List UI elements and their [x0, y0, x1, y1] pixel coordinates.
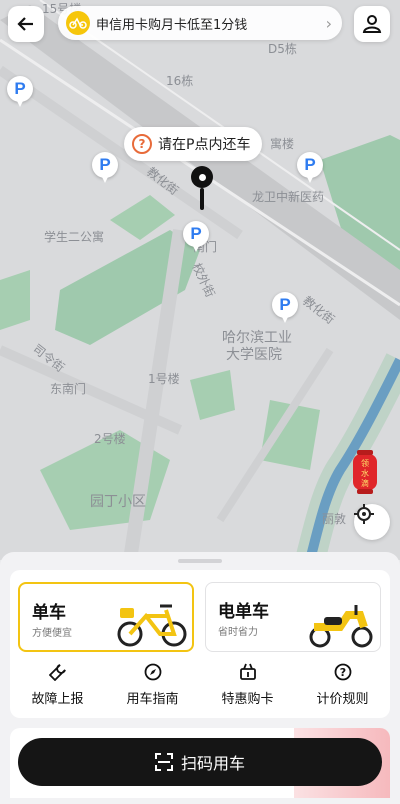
- bike-icon: [66, 11, 90, 35]
- crosshair-icon: [354, 504, 374, 524]
- location-pin-icon: [191, 166, 213, 188]
- location-pin-stem: [200, 188, 204, 210]
- compass-icon: [143, 662, 163, 682]
- action-label: 计价规则: [316, 692, 369, 707]
- promo-banner[interactable]: 申信用卡购月卡低至1分钱 ›: [58, 6, 342, 40]
- lantern-icon: 领 水 滴: [353, 450, 377, 494]
- map-label: 哈尔滨工业: [222, 330, 292, 346]
- svg-text:水: 水: [361, 468, 369, 478]
- map-label: 16栋: [166, 74, 194, 88]
- person-icon: [362, 15, 382, 33]
- scan-button-label: 扫码用车: [180, 754, 245, 773]
- card-title: 单车: [32, 603, 66, 623]
- map-label: 园丁小区: [90, 494, 146, 510]
- locate-button[interactable]: [354, 504, 390, 540]
- bike-illustration: [117, 604, 187, 647]
- water-drop-badge[interactable]: 领 水 滴: [351, 450, 379, 494]
- parking-marker[interactable]: P: [297, 152, 323, 183]
- drag-handle[interactable]: [178, 559, 222, 563]
- pricing-action[interactable]: ? 计价规则: [295, 662, 390, 712]
- svg-text:滴: 滴: [361, 478, 369, 488]
- tip-text: 请在P点内还车: [158, 137, 251, 153]
- map-label: 东南门: [50, 382, 87, 396]
- map-label: D5栋: [268, 42, 297, 56]
- fault-report-action[interactable]: 故障上报: [10, 662, 105, 712]
- map-label: 龙卫中新医药: [252, 190, 325, 204]
- svg-text:?: ?: [339, 666, 345, 679]
- back-button[interactable]: [8, 6, 44, 42]
- vehicle-panel: 单车 方便便宜 电单车 省时省力 故障上报 用车指南 特惠购卡 ? 计价规则: [10, 570, 390, 718]
- scan-to-ride-button[interactable]: 扫码用车: [18, 738, 382, 786]
- action-label: 故障上报: [31, 692, 84, 707]
- card-subtitle: 省时省力: [218, 627, 258, 638]
- chevron-right-icon: ›: [325, 13, 332, 33]
- quick-actions: 故障上报 用车指南 特惠购卡 ? 计价规则: [10, 662, 390, 712]
- question-icon: ?: [132, 134, 152, 154]
- parking-marker[interactable]: P: [7, 76, 33, 107]
- buy-card-action[interactable]: 特惠购卡: [200, 662, 295, 712]
- question-circle-icon: ?: [333, 662, 353, 682]
- card-title: 电单车: [218, 602, 269, 622]
- return-tip: ? 请在P点内还车: [124, 127, 263, 161]
- scan-icon: [154, 753, 173, 771]
- map-label: 大学医院: [226, 347, 282, 363]
- arrow-left-icon: [17, 17, 33, 31]
- action-label: 用车指南: [126, 692, 179, 707]
- action-label: 特惠购卡: [221, 692, 274, 707]
- map-label: 寓楼: [270, 137, 295, 151]
- map-label: 1号楼: [148, 372, 180, 386]
- map-label: 2号楼: [94, 432, 126, 446]
- guide-action[interactable]: 用车指南: [105, 662, 200, 712]
- map-label: 学生二公寓: [44, 230, 105, 244]
- green-area: [0, 270, 30, 330]
- promo-text: 申信用卡购月卡低至1分钱: [96, 17, 248, 33]
- basket-icon: [238, 662, 258, 682]
- wrench-icon: [48, 662, 68, 682]
- svg-text:领: 领: [361, 458, 369, 468]
- parking-marker[interactable]: P: [272, 292, 298, 323]
- parking-marker[interactable]: P: [183, 221, 209, 252]
- map-label: 丽敦: [322, 512, 347, 526]
- bike-card[interactable]: 单车 方便便宜: [18, 582, 194, 652]
- ebike-illustration: [309, 605, 373, 648]
- card-subtitle: 方便便宜: [32, 628, 72, 639]
- parking-marker[interactable]: P: [92, 152, 118, 183]
- map-view[interactable]: 15号楼 D5栋 16栋 寓楼 教化街 龙卫中新医药 学生二公寓 南门 校外街 …: [0, 0, 400, 560]
- profile-button[interactable]: [354, 6, 390, 42]
- ebike-card[interactable]: 电单车 省时省力: [205, 582, 381, 652]
